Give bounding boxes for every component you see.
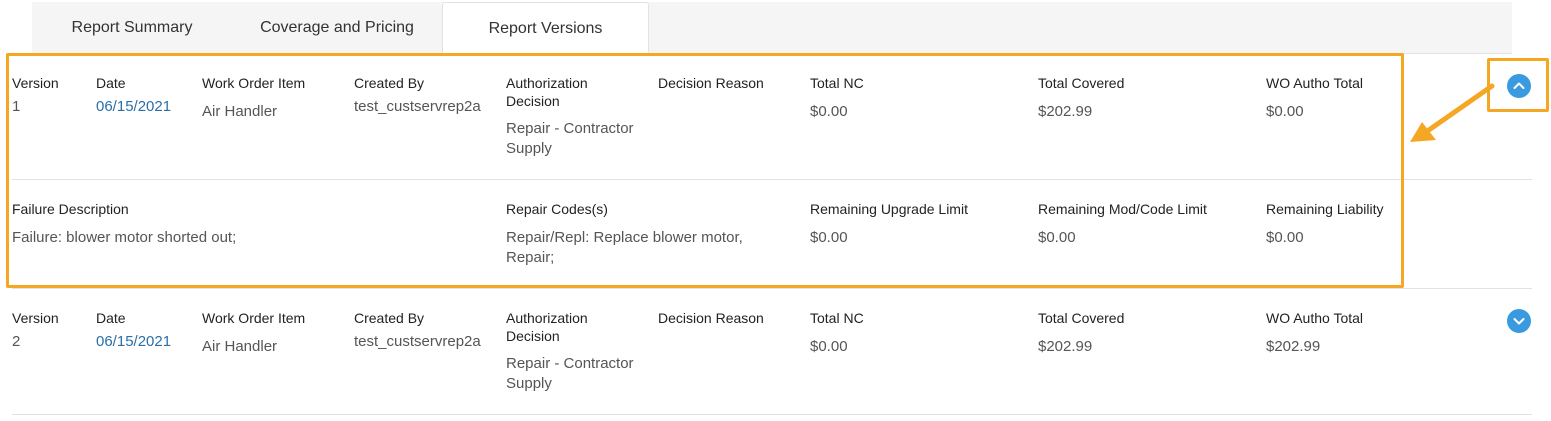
tab-bar: Report Summary Coverage and Pricing Repo… [32,2,1512,54]
chevron-up-icon [1513,82,1525,89]
work-order-item-value: Air Handler [202,338,278,355]
chevron-down-icon [1513,318,1525,325]
wo-autho-total-label: WO Autho Total [1266,310,1364,326]
version-value: 2 [12,333,21,350]
created-by-label: Created By [354,310,425,326]
tab-report-versions[interactable]: Report Versions [442,2,649,53]
collapse-button[interactable] [1507,74,1531,98]
work-order-item-label: Work Order Item [202,310,306,326]
total-covered-value: $202.99 [1038,338,1093,355]
authorization-decision-label: Authorization Decision [506,310,588,344]
row-divider [12,288,1532,289]
authorization-decision-value: Repair - Contractor Supply [506,355,634,392]
wo-autho-total-value: $202.99 [1266,338,1321,355]
total-nc-label: Total NC [810,310,864,326]
annotation-arrow [1410,83,1495,142]
date-label: Date [96,310,126,326]
decision-reason-label: Decision Reason [658,310,764,326]
date-link[interactable]: 06/15/2021 [96,332,171,352]
tab-coverage-and-pricing[interactable]: Coverage and Pricing [232,2,442,53]
tab-report-summary[interactable]: Report Summary [32,2,232,53]
total-nc-value: $0.00 [810,338,848,355]
version-label: Version [12,310,59,326]
expand-button[interactable] [1507,309,1531,333]
created-by-value: test_custservrep2a [354,333,481,350]
total-covered-label: Total Covered [1038,310,1125,326]
row-divider [12,414,1532,415]
highlight-box [6,53,1404,288]
